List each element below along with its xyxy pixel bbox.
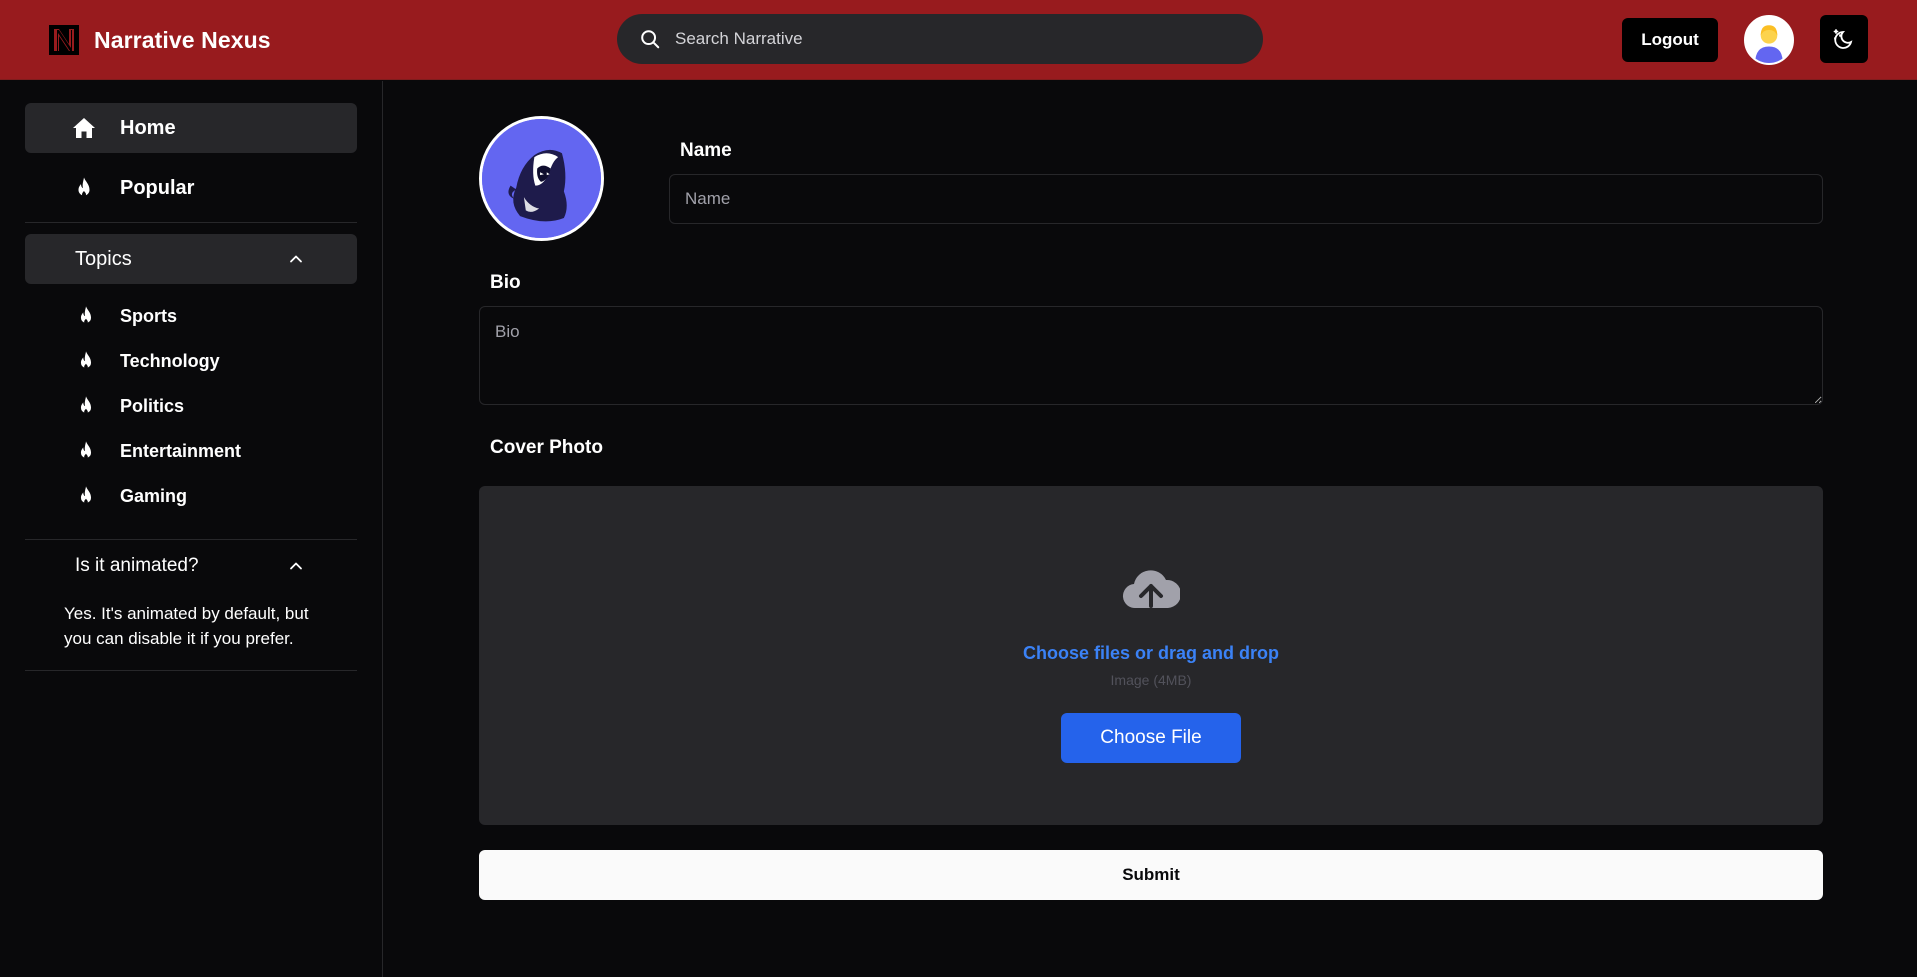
- home-icon: [73, 118, 95, 138]
- logout-button[interactable]: Logout: [1622, 18, 1718, 62]
- sidebar-divider: [25, 670, 357, 671]
- n-logo-icon: [49, 25, 79, 55]
- moon-stars-icon: [1833, 29, 1853, 49]
- topic-label: Gaming: [120, 486, 188, 506]
- search-icon: [641, 30, 660, 49]
- topics-heading: Topics: [75, 248, 132, 270]
- flame-icon: [80, 486, 92, 504]
- chevron-up-icon: [290, 255, 302, 263]
- cover-photo-label: Cover Photo: [490, 437, 603, 458]
- faq-question: Is it animated?: [75, 555, 199, 576]
- dropzone-file-limit: Image (4MB): [1110, 672, 1192, 688]
- topics-accordion-toggle[interactable]: Topics: [25, 234, 357, 284]
- user-avatar-icon: [1746, 17, 1792, 63]
- sidebar-divider: [25, 222, 357, 223]
- hooded-figure-avatar: [482, 119, 601, 238]
- flame-icon: [80, 351, 92, 369]
- sidebar-item-technology[interactable]: Technology: [25, 342, 357, 382]
- brand[interactable]: Narrative Nexus: [48, 24, 271, 56]
- user-avatar[interactable]: [1744, 15, 1794, 65]
- faq-accordion-toggle[interactable]: Is it animated?: [25, 544, 357, 588]
- chevron-up-icon: [290, 562, 302, 570]
- cloud-upload-icon: [1123, 570, 1180, 609]
- submit-button[interactable]: Submit: [479, 850, 1823, 900]
- topic-label: Entertainment: [120, 441, 242, 461]
- brand-name: Narrative Nexus: [94, 26, 271, 53]
- sidebar-item-gaming[interactable]: Gaming: [25, 477, 357, 517]
- sidebar-item-label: Home: [120, 116, 176, 139]
- sidebar: Home Popular Topics Sports Technology Po…: [0, 81, 383, 977]
- sidebar-item-entertainment[interactable]: Entertainment: [25, 432, 357, 472]
- search-input[interactable]: [675, 29, 1235, 49]
- flame-icon: [80, 396, 92, 414]
- sidebar-item-popular[interactable]: Popular: [25, 163, 357, 213]
- topic-label: Sports: [120, 306, 178, 326]
- cover-photo-dropzone[interactable]: Choose files or drag and drop Image (4MB…: [479, 486, 1823, 825]
- sidebar-item-politics[interactable]: Politics: [25, 387, 357, 427]
- faq-answer: Yes. It's animated by default, but you c…: [64, 604, 309, 648]
- topic-label: Politics: [120, 396, 185, 416]
- sidebar-item-label: Popular: [120, 176, 195, 199]
- topic-label: Technology: [120, 351, 220, 371]
- bio-label: Bio: [490, 272, 521, 293]
- sidebar-item-sports[interactable]: Sports: [25, 297, 357, 337]
- name-label: Name: [680, 140, 732, 161]
- choose-file-button[interactable]: Choose File: [1061, 713, 1241, 763]
- name-field[interactable]: [669, 174, 1823, 224]
- flame-icon: [80, 306, 92, 324]
- profile-image[interactable]: [479, 116, 604, 241]
- top-header: Narrative Nexus Logout: [0, 0, 1917, 80]
- flame-icon: [80, 441, 92, 459]
- flame-icon: [78, 177, 90, 197]
- theme-toggle-button[interactable]: [1820, 15, 1868, 63]
- search-bar[interactable]: [617, 14, 1263, 64]
- dropzone-instruction[interactable]: Choose files or drag and drop: [479, 643, 1823, 664]
- sidebar-item-home[interactable]: Home: [25, 103, 357, 153]
- sidebar-divider: [25, 539, 357, 540]
- bio-field[interactable]: [479, 306, 1823, 405]
